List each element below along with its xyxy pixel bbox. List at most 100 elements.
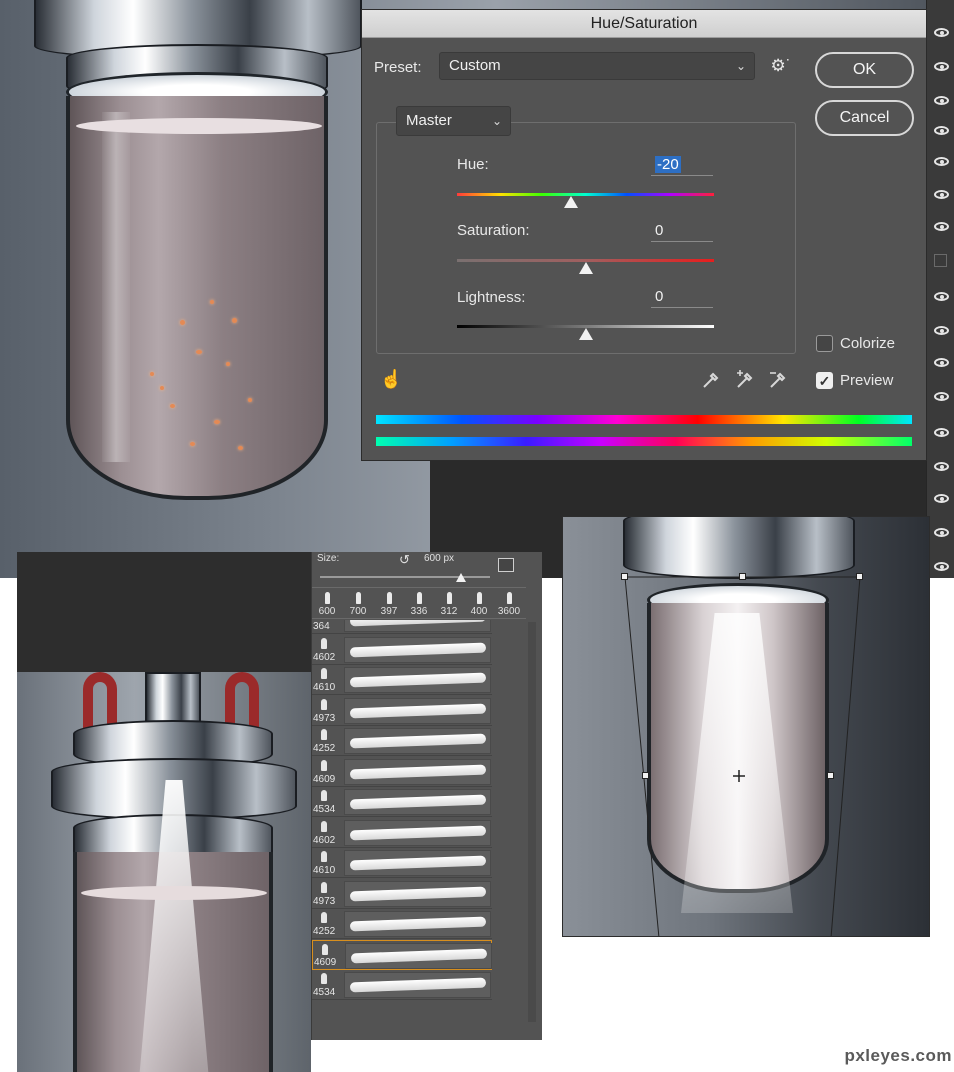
sparkle [210,300,214,304]
sparkle [160,386,164,390]
layers-visibility-strip [926,0,954,578]
brush-stroke-preview [344,758,491,785]
sparkle [248,398,252,402]
brush-item[interactable]: 4973 [312,696,492,726]
sparkle [180,320,185,325]
eye-icon[interactable] [934,62,949,71]
brush-tip-icon [386,592,392,604]
recent-brush[interactable]: 400 [464,588,494,620]
brush-list: 364 4602 4610 4973 4252 4609 4534 4602 4… [312,620,543,1040]
recent-brush[interactable]: 312 [434,588,464,620]
recent-brush-size: 3600 [497,606,521,617]
saturation-value-field[interactable]: 0 [651,220,713,242]
transform-handle[interactable] [642,772,649,779]
eye-icon[interactable] [934,222,949,231]
recent-brush-size: 336 [410,606,428,617]
channel-select[interactable]: Master ⌄ [396,106,511,136]
brush-item[interactable]: 4610 [312,665,492,695]
eye-icon[interactable] [934,28,949,37]
preview-label: Preview [840,372,894,389]
brush-item[interactable]: 4609 [312,939,492,970]
lightness-slider-thumb[interactable] [578,328,593,340]
brush-size-label: 4252 [313,743,336,754]
brush-item[interactable]: 4602 [312,635,492,665]
brush-item[interactable]: 364 [312,620,492,634]
preset-select[interactable]: Custom ⌄ [439,52,755,80]
eye-icon[interactable] [934,562,949,571]
brush-tip-icon [321,729,327,740]
transform-bounding-box[interactable] [563,517,930,937]
preset-value: Custom [449,57,501,74]
brush-item[interactable]: 4609 [312,757,492,787]
brush-item[interactable]: 4973 [312,879,492,909]
eyedropper-icon[interactable] [700,369,722,391]
eye-icon[interactable] [934,190,949,199]
saturation-slider-thumb[interactable] [578,262,593,274]
brush-item[interactable]: 4534 [312,970,492,1000]
transform-handle[interactable] [827,772,834,779]
eyedropper-subtract-icon[interactable] [767,369,789,391]
eye-icon[interactable] [934,462,949,471]
visibility-off-box[interactable] [934,254,947,267]
canvas-light-beam [17,552,311,1072]
eye-icon[interactable] [934,157,949,166]
size-slider-thumb[interactable] [456,573,466,582]
hue-saturation-dialog: Hue/Saturation Preset: Custom ⌄ ⚙˙ OK Ca… [361,9,927,461]
gear-icon[interactable]: ⚙˙ [768,54,794,78]
recent-brush[interactable]: 700 [343,588,373,620]
recent-brushes-row: 600 700 397 336 312 400 3600 [312,587,526,619]
hue-value-field[interactable]: -20 [651,154,713,176]
brush-item[interactable]: 4534 [312,787,492,817]
preset-label: Preset: [374,59,422,76]
eye-icon[interactable] [934,292,949,301]
tube-liquid-surface [81,886,267,900]
chevron-down-icon: ⌄ [735,59,746,73]
tube-liquid-surface [76,118,322,134]
transform-handle[interactable] [739,573,746,580]
brush-stroke-preview [345,942,492,969]
panel-scrollbar[interactable] [528,622,536,1022]
recent-brush-size: 400 [470,606,488,617]
brush-tip-icon [321,668,327,679]
collage-root: Hue/Saturation Preset: Custom ⌄ ⚙˙ OK Ca… [0,0,954,1072]
brush-item[interactable]: 4610 [312,848,492,878]
brush-size-label: 364 [313,621,330,632]
brush-tip-icon [321,912,327,923]
recent-brush[interactable]: 3600 [494,588,524,620]
lightness-value-field[interactable]: 0 [651,286,713,308]
canvas-free-transform [562,516,930,937]
eye-icon[interactable] [934,528,949,537]
brush-size-label: 4609 [314,956,337,968]
eye-icon[interactable] [934,494,949,503]
cancel-button[interactable]: Cancel [815,100,914,136]
reset-size-icon[interactable]: ↺ [399,552,410,568]
colorize-checkbox[interactable] [816,335,833,352]
size-label: Size: [317,553,340,564]
ok-button[interactable]: OK [815,52,914,88]
eyedropper-add-icon[interactable] [734,369,756,391]
adjustment-group-box [376,122,796,354]
recent-brush[interactable]: 397 [374,588,404,620]
new-brush-icon[interactable] [498,558,514,572]
brush-size-label: 4973 [313,895,336,907]
eye-icon[interactable] [934,326,949,335]
brush-item[interactable]: 4252 [312,909,492,939]
brush-item[interactable]: 4252 [312,726,492,756]
preview-checkbox[interactable]: ✓ [816,372,833,389]
brush-tip-icon [506,592,512,604]
recent-brush[interactable]: 600 [312,588,342,620]
recent-brush-size: 700 [349,606,367,617]
recent-brush[interactable]: 336 [404,588,434,620]
eye-icon[interactable] [934,358,949,367]
hue-slider-track[interactable] [457,193,714,196]
hue-slider-thumb[interactable] [564,196,579,208]
eye-icon[interactable] [934,126,949,135]
brush-stroke-preview [344,972,491,998]
transform-handle[interactable] [621,573,628,580]
targeted-adjustment-hand-icon[interactable]: ☝ [380,368,402,390]
brush-item[interactable]: 4602 [312,818,492,848]
transform-handle[interactable] [856,573,863,580]
eye-icon[interactable] [934,392,949,401]
eye-icon[interactable] [934,96,949,105]
eye-icon[interactable] [934,428,949,437]
